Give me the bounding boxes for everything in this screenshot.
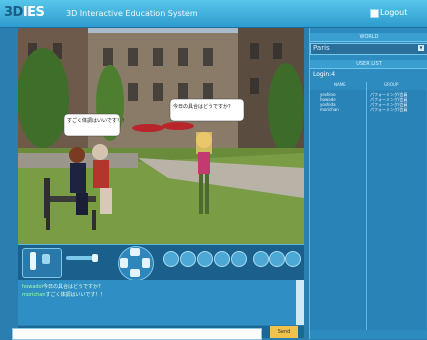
logout-label[interactable]: Logout (380, 8, 407, 17)
user-list-header: USER LIST (310, 60, 427, 69)
logo-3d: 3D (4, 5, 23, 20)
chevron-down-icon[interactable]: ▼ (418, 45, 424, 51)
action-button-2[interactable] (180, 251, 196, 267)
chat-scrollbar[interactable] (296, 280, 304, 325)
app-title: 3D Interactive Education System (66, 9, 198, 18)
action-button-4[interactable] (214, 251, 230, 267)
chat-user: morichan (22, 292, 46, 298)
chat-log: howadoi今日の具合はどうですか? morichanすごく体調はいいです！！ (18, 280, 304, 325)
login-count: Login:4 (313, 71, 336, 78)
column-divider (366, 82, 367, 330)
avatar-figure-icon[interactable] (30, 252, 36, 270)
column-header-group: GROUP (384, 82, 399, 87)
world-header: WORLD (310, 33, 427, 42)
world-selected-value[interactable]: Paris (313, 44, 330, 52)
chat-text: 今日の具合はどうですか? (43, 284, 101, 290)
user-row-group-4: パフォーミング/会員 (370, 107, 408, 112)
logout-icon[interactable] (370, 9, 379, 18)
chat-line-1: howadoi今日の具合はどうですか? (22, 283, 101, 290)
app-logo: 3DIES (4, 5, 45, 20)
world-viewport[interactable]: すごく体調はいいです！！ 今日の具合はどうですか？ (18, 28, 304, 244)
action-button-3[interactable] (197, 251, 213, 267)
arrow-up-icon[interactable] (130, 248, 140, 256)
send-button[interactable]: Send (270, 326, 298, 338)
speech-bubble-1: すごく体調はいいです！！ (67, 117, 127, 124)
chat-text: すごく体調はいいです！！ (45, 292, 106, 298)
speech-bubble-2: 今日の具合はどうですか？ (173, 103, 233, 110)
chat-log-content: howadoi今日の具合はどうですか? morichanすごく体調はいいです！！ (18, 280, 296, 325)
arrow-right-icon[interactable] (142, 258, 150, 268)
arrow-down-icon[interactable] (130, 269, 140, 277)
column-header-name: NAME (334, 82, 346, 87)
speaker-icon[interactable] (42, 254, 50, 264)
tool-button-2[interactable] (269, 251, 285, 267)
volume-slider-handle[interactable] (92, 254, 98, 262)
chat-line-2: morichanすごく体調はいいです！！ (22, 291, 105, 298)
action-button-1[interactable] (163, 251, 179, 267)
tool-button-1[interactable] (253, 251, 269, 267)
scene-render: すごく体調はいいです！！ 今日の具合はどうですか？ (18, 28, 304, 244)
arrow-left-icon[interactable] (120, 258, 128, 268)
chat-input[interactable] (12, 328, 262, 340)
top-bar (0, 0, 427, 28)
user-list (310, 90, 426, 330)
logo-ies: IES (22, 5, 45, 20)
action-button-5[interactable] (231, 251, 247, 267)
tool-button-3[interactable] (285, 251, 301, 267)
chat-user: howadoi (22, 284, 44, 290)
user-row-name-4[interactable]: morichan (320, 107, 339, 112)
